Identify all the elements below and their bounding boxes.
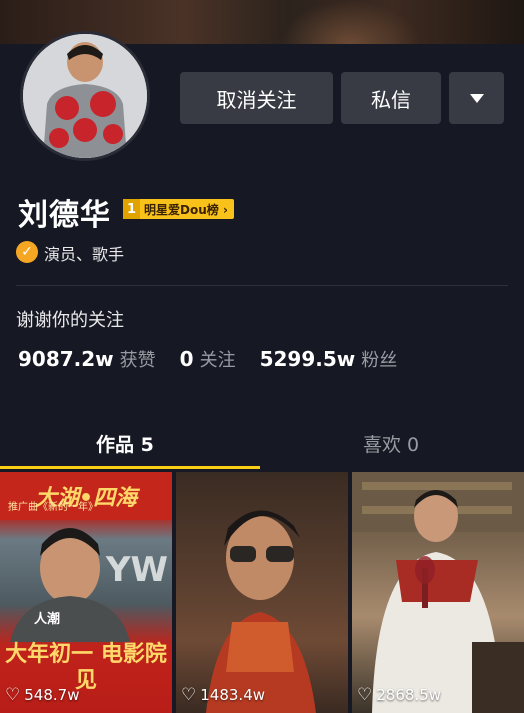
likes-count: 9087.2w — [18, 347, 114, 371]
video-thumbnail[interactable]: ♡ 1483.4w — [176, 472, 348, 713]
verification-text: 演员、歌手 — [44, 245, 125, 264]
play-count-value: 548.7w — [24, 686, 80, 704]
tab-likes[interactable]: 喜欢 0 — [363, 430, 419, 457]
following-count[interactable]: 0 — [180, 347, 194, 371]
video-frame-person — [352, 472, 524, 713]
video-grid: 大湖•四海 推广曲《新的一年》 YW 人潮 大年初一 电影院见 ♡ 548.7w… — [0, 472, 524, 713]
following-label[interactable]: 关注 — [200, 346, 236, 372]
tab-works[interactable]: 作品 5 — [96, 430, 154, 457]
play-count-value: 1483.4w — [200, 686, 266, 704]
rank-badge-number: 1 — [123, 199, 141, 219]
poster-tag: 人潮 — [34, 612, 61, 627]
followers-label[interactable]: 粉丝 — [361, 346, 397, 372]
rank-badge[interactable]: 1 明星爱Dou榜 › — [123, 199, 234, 219]
tab-indicator — [0, 466, 260, 469]
video-frame-person — [206, 510, 316, 713]
avatar[interactable] — [20, 31, 150, 161]
heart-icon: ♡ — [181, 685, 197, 705]
profile-bio: 谢谢你的关注 — [16, 310, 124, 331]
message-button-label: 私信 — [371, 87, 411, 112]
heart-icon: ♡ — [5, 685, 21, 705]
play-count: ♡ 2868.5w — [357, 685, 441, 705]
play-count: ♡ 548.7w — [5, 685, 79, 705]
avatar-image — [23, 34, 147, 158]
unfollow-button-label: 取消关注 — [216, 87, 297, 112]
verified-icon: ✓ — [16, 241, 38, 263]
chevron-down-icon — [469, 93, 484, 103]
divider — [16, 285, 508, 286]
profile-name: 刘德华 — [18, 198, 111, 233]
play-count-value: 2868.5w — [376, 686, 442, 704]
likes-label: 获赞 — [119, 350, 156, 371]
followers-count[interactable]: 5299.5w — [260, 347, 356, 371]
video-thumbnail[interactable]: ♡ 2868.5w — [352, 472, 524, 713]
message-button[interactable]: 私信 — [341, 72, 441, 124]
rank-badge-label: 明星爱Dou榜 › — [144, 202, 228, 217]
heart-icon: ♡ — [357, 685, 373, 705]
video-thumbnail[interactable]: 大湖•四海 推广曲《新的一年》 YW 人潮 大年初一 电影院见 ♡ 548.7w — [0, 472, 172, 713]
play-count: ♡ 1483.4w — [181, 685, 265, 705]
more-options-button[interactable] — [449, 72, 504, 124]
unfollow-button[interactable]: 取消关注 — [180, 72, 333, 124]
profile-stats: 9087.2w 获赞 0 关注 5299.5w 粉丝 — [18, 346, 421, 372]
